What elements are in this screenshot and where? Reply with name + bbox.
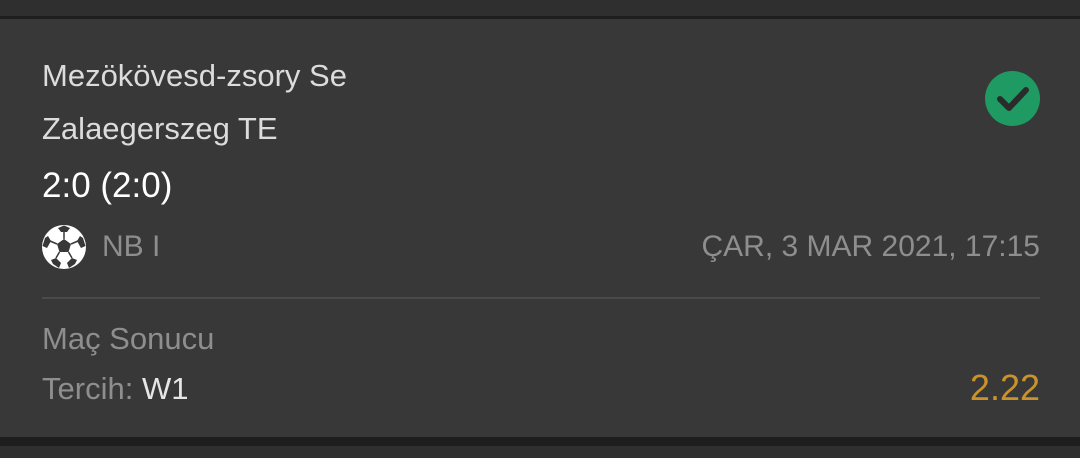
match-datetime: ÇAR, 3 MAR 2021, 17:15 bbox=[701, 230, 1040, 263]
previous-card-edge bbox=[0, 0, 1080, 16]
bet-market: Maç Sonucu bbox=[42, 321, 215, 356]
choice-value: W1 bbox=[141, 371, 189, 406]
soccer-ball-icon bbox=[41, 224, 87, 270]
bet-card[interactable]: Mezökövesd-zsory Se Zalaegerszeg TE 2:0 … bbox=[0, 19, 1080, 437]
league-name: NB I bbox=[102, 230, 161, 263]
next-card-edge bbox=[0, 446, 1080, 458]
choice-label: Tercih: bbox=[42, 371, 134, 406]
match-score: 2:0 (2:0) bbox=[42, 166, 173, 205]
bet-odds: 2.22 bbox=[969, 367, 1040, 408]
divider bbox=[42, 297, 1040, 299]
away-team-name: Zalaegerszeg TE bbox=[42, 111, 278, 146]
home-team-name: Mezökövesd-zsory Se bbox=[42, 58, 347, 93]
check-circle-icon bbox=[985, 71, 1040, 126]
bet-choice: Tercih: W1 bbox=[42, 371, 188, 407]
